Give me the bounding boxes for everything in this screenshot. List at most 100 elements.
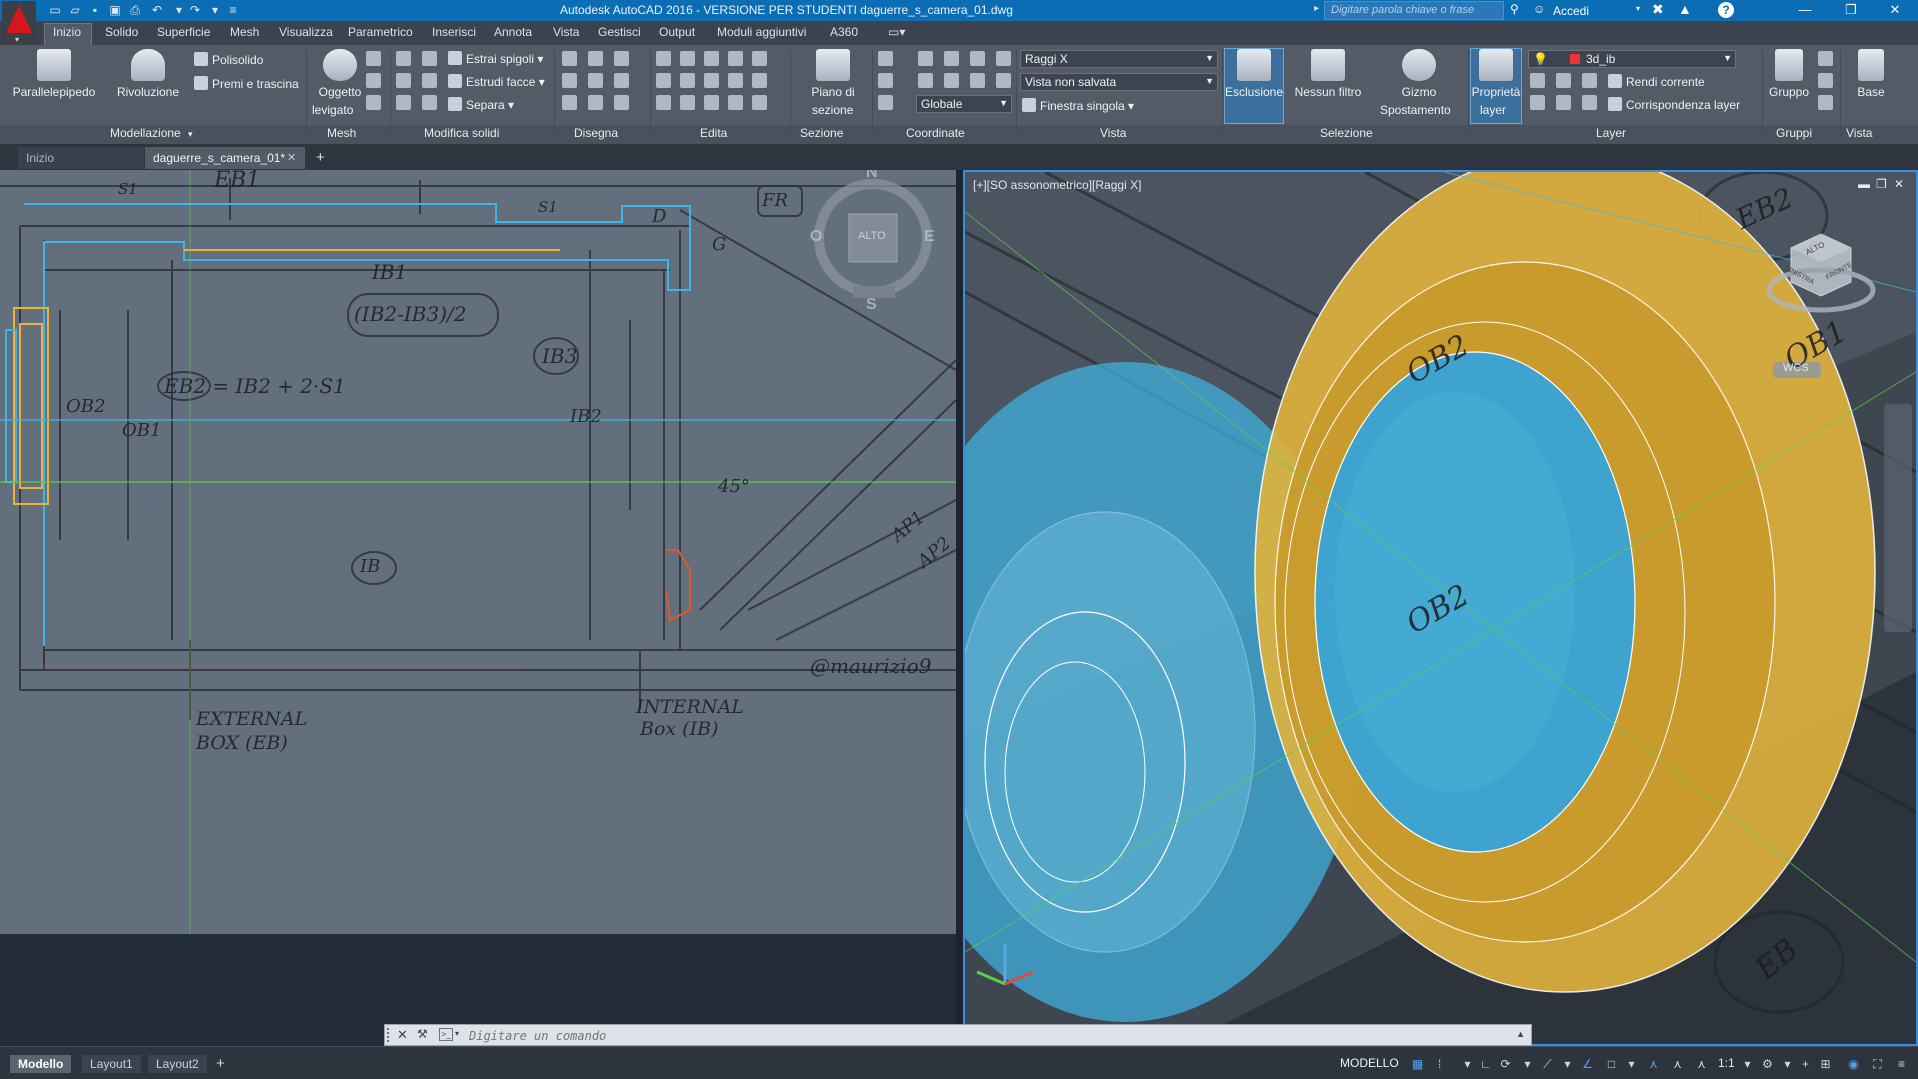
close-icon[interactable]: ✕	[287, 151, 296, 164]
make-current-button[interactable]: Rendi corrente	[1608, 73, 1705, 91]
restore-button[interactable]: ❐	[1828, 0, 1874, 21]
layer-select[interactable]: 💡 3d_ib ▼	[1528, 50, 1736, 68]
pan-icon[interactable]	[704, 51, 719, 66]
panel-title-disegna[interactable]: Disegna	[574, 126, 618, 144]
doc-tab-file[interactable]: daguerre_s_camera_01*	[145, 147, 305, 169]
rotate-icon[interactable]	[680, 51, 695, 66]
arc-icon[interactable]	[614, 51, 629, 66]
ucs-y-icon[interactable]	[944, 73, 959, 88]
move-gizmo-button[interactable]: Gizmo	[1376, 49, 1462, 99]
infer-icon[interactable]: ▾	[1460, 1057, 1475, 1071]
viewcube-south[interactable]: S	[866, 296, 877, 314]
layer-off-icon[interactable]	[1530, 73, 1545, 88]
application-menu-button[interactable]: ▾	[2, 1, 36, 45]
ucs-icon[interactable]	[878, 51, 893, 66]
ucs-view-icon[interactable]	[970, 73, 985, 88]
exchange-icon[interactable]: ✖	[1652, 1, 1664, 18]
section-plane-button[interactable]: Piano di	[800, 49, 866, 99]
viewcube-face-top[interactable]: ALTO	[858, 230, 886, 242]
group-select-icon[interactable]	[1818, 95, 1833, 110]
ucs-origin-icon[interactable]	[878, 95, 893, 110]
tab-output[interactable]: Output	[659, 25, 695, 39]
drag-handle[interactable]	[387, 1028, 393, 1042]
polygon-icon[interactable]	[562, 95, 577, 110]
layer-isolate-icon[interactable]	[1556, 73, 1571, 88]
annotation-visibility-icon[interactable]: ⋏	[1646, 1057, 1661, 1071]
viewport-label[interactable]: [+][SO assonometrico][Raggi X]	[973, 178, 1141, 192]
chevron-down-icon[interactable]: ▾	[1624, 1057, 1639, 1071]
model-space-button[interactable]: MODELLO	[1340, 1056, 1399, 1070]
workspace-dropdown-icon[interactable]: ≡	[226, 3, 240, 17]
wcs-menu[interactable]: WCS	[1783, 362, 1809, 374]
panel-title-modifica-solidi[interactable]: Modifica solidi	[424, 126, 499, 144]
panel-title-edita[interactable]: Edita	[700, 126, 727, 144]
grid-icon[interactable]: ▦	[1410, 1057, 1425, 1071]
layer-freeze-icon[interactable]	[1582, 73, 1597, 88]
extrude-faces-button[interactable]: Estrudi facce ▾	[448, 73, 545, 91]
units-icon[interactable]: ⊞	[1818, 1057, 1833, 1071]
close-icon[interactable]: ✕	[1894, 177, 1904, 191]
undo-icon[interactable]: ↶	[150, 3, 164, 17]
panel-title-coordinate[interactable]: Coordinate	[906, 126, 965, 144]
close-icon[interactable]: ✕	[397, 1027, 408, 1043]
isolate-objects-icon[interactable]: ◉	[1846, 1057, 1861, 1071]
tab-a360[interactable]: A360	[830, 25, 858, 39]
slice-icon[interactable]	[422, 73, 437, 88]
annotation-scale-value[interactable]: 1:1	[1718, 1056, 1735, 1070]
interfere-icon[interactable]	[422, 51, 437, 66]
intersect-icon[interactable]	[396, 95, 411, 110]
circle-icon[interactable]	[614, 73, 629, 88]
move-icon[interactable]	[656, 51, 671, 66]
undo-dropdown-icon[interactable]: ▾	[172, 3, 186, 17]
viewport-divider[interactable]	[956, 170, 963, 1046]
panel-title-layer[interactable]: Layer	[1596, 126, 1626, 144]
tab-visualizza[interactable]: Visualizza	[279, 25, 333, 39]
ucs-3point-icon[interactable]	[944, 51, 959, 66]
smooth-object-button[interactable]: Oggetto	[310, 49, 370, 99]
polar-icon[interactable]: ⟳	[1498, 1057, 1513, 1071]
line-icon[interactable]	[588, 51, 603, 66]
viewport-top-2d[interactable]: EB1 S1 S1 IB1 FR (IB2-IB3)/2 IB3 EB2 = I…	[0, 170, 956, 934]
command-input[interactable]	[469, 1027, 1509, 1044]
spline-icon[interactable]	[562, 73, 577, 88]
chamfer-icon[interactable]	[752, 73, 767, 88]
doc-tab-start[interactable]: Inizio	[18, 147, 144, 169]
visual-style-select[interactable]: Raggi X ▼	[1020, 50, 1218, 68]
scale-icon[interactable]	[704, 95, 719, 110]
mirror-icon[interactable]	[680, 95, 695, 110]
ribbon-options-icon[interactable]: ▭▾	[888, 25, 905, 39]
extract-edges-button[interactable]: Estrai spigoli ▾	[448, 50, 543, 68]
layout-tab-layout1[interactable]: Layout1	[82, 1055, 141, 1073]
panel-title-sezione[interactable]: Sezione	[800, 126, 843, 144]
array-icon[interactable]	[728, 51, 743, 66]
stretch-icon[interactable]	[728, 73, 743, 88]
redo-icon[interactable]: ↷	[188, 3, 202, 17]
ungroup-icon[interactable]	[1818, 51, 1833, 66]
search-expand-icon[interactable]: ▸	[1314, 3, 1319, 14]
open-file-icon[interactable]: ▱	[68, 3, 82, 17]
layout-tab-model[interactable]: Modello	[10, 1055, 72, 1073]
chevron-down-icon[interactable]: ▾	[1520, 1057, 1535, 1071]
command-prompt-icon[interactable]: >_	[439, 1028, 453, 1041]
osnap-icon[interactable]: □	[1604, 1057, 1619, 1071]
explode-icon[interactable]	[728, 95, 743, 110]
minimize-viewport-icon[interactable]: ▬	[1858, 177, 1870, 191]
tab-parametrico[interactable]: Parametrico	[348, 25, 413, 39]
culling-button[interactable]: Esclusione	[1224, 49, 1284, 99]
annotation-monitor-icon[interactable]: +	[1798, 1057, 1813, 1071]
circle-edit-icon[interactable]	[704, 73, 719, 88]
wrench-icon[interactable]: ⚒	[417, 1027, 428, 1041]
no-filter-button[interactable]: Nessun filtro	[1292, 49, 1364, 99]
group-button[interactable]: Gruppo	[1764, 49, 1814, 99]
thicken-icon[interactable]	[422, 95, 437, 110]
annotation-scale-icon[interactable]: ⋏	[1694, 1057, 1709, 1071]
revolve-button[interactable]: Rivoluzione	[112, 49, 184, 99]
tab-annota[interactable]: Annota	[494, 25, 532, 39]
rectangle-icon[interactable]	[588, 95, 603, 110]
a360-icon[interactable]: ▲	[1678, 1, 1692, 17]
user-icon[interactable]: ☺	[1533, 2, 1549, 18]
mesh-refine-icon[interactable]	[366, 73, 381, 88]
layer-thaw-icon[interactable]	[1582, 95, 1597, 110]
mesh-tool-icon[interactable]	[366, 51, 381, 66]
chevron-up-icon[interactable]: ▲	[1516, 1029, 1525, 1039]
